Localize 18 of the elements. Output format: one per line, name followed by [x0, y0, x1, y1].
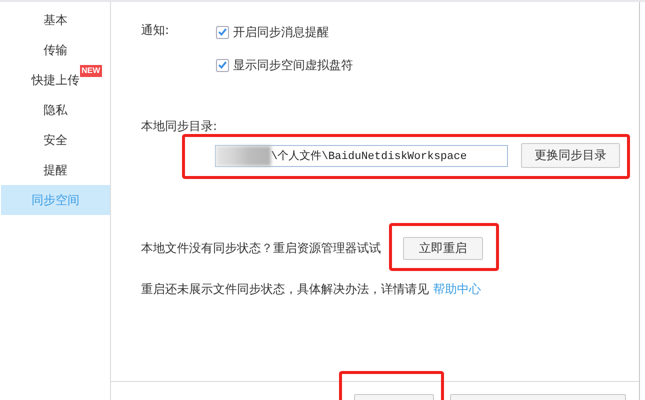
- restart-hint: 本地文件没有同步状态？重启资源管理器试试: [141, 240, 381, 257]
- checkbox-label: 开启同步消息提醒: [233, 24, 329, 40]
- checkbox[interactable]: [216, 58, 229, 72]
- folder-path-field[interactable]: \个人文件\BaiduNetdiskWorkspace: [215, 144, 508, 166]
- restart-button[interactable]: 立即重启: [403, 237, 483, 260]
- sidebar-item[interactable]: 隐私: [1, 95, 110, 125]
- sidebar-item[interactable]: 传输: [1, 35, 110, 65]
- sidebar-item[interactable]: 提醒: [1, 155, 110, 185]
- notify-label: 通知:: [141, 22, 170, 39]
- help-text: 重启还未展示文件同步状态，具体解决办法，详情请见 帮助中心: [141, 281, 482, 298]
- checkbox-label: 显示同步空间虚拟盘符: [233, 56, 353, 74]
- new-badge: NEW: [80, 64, 102, 76]
- sync-folder-label: 本地同步目录:: [141, 118, 218, 135]
- change-folder-button[interactable]: 更换同步目录: [521, 143, 620, 168]
- sidebar-item[interactable]: 安全: [1, 125, 110, 155]
- checkbox[interactable]: [216, 26, 229, 38]
- sidebar-item[interactable]: 基本: [1, 5, 110, 35]
- sidebar-item[interactable]: 快捷上传 NEW: [1, 65, 110, 95]
